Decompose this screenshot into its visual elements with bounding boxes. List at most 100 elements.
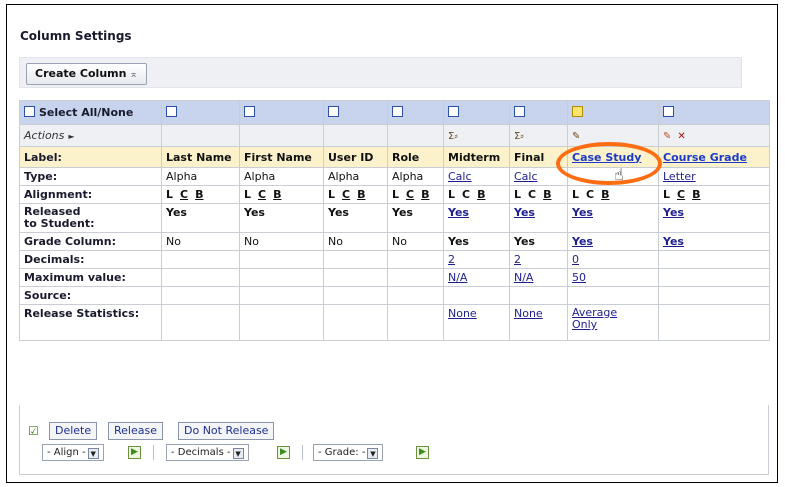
row-header-alignment: Alignment: [19, 185, 162, 204]
align-left[interactable]: L [663, 188, 670, 201]
released-link[interactable]: Yes [514, 206, 535, 219]
grade-link[interactable]: Yes [663, 235, 684, 248]
align-left[interactable]: L [244, 188, 251, 201]
align-right[interactable]: B [692, 188, 700, 201]
align-center[interactable]: C [342, 188, 350, 201]
column-checkbox-first-name[interactable] [244, 106, 255, 117]
label-case-study-link[interactable]: Case Study [572, 151, 641, 164]
row-header-source: Source: [19, 286, 162, 305]
delete-button[interactable]: Delete [49, 422, 98, 440]
decimals-link[interactable]: 2 [448, 253, 455, 266]
align-center[interactable]: C [462, 188, 470, 201]
divider [302, 445, 303, 460]
release-button[interactable]: Release [108, 422, 163, 440]
align-right[interactable]: B [601, 188, 609, 201]
align-center[interactable]: C [677, 188, 685, 201]
edit-icon[interactable]: ✎ [663, 131, 671, 142]
label-final: Final [509, 146, 568, 168]
max-value-link[interactable]: N/A [514, 271, 533, 284]
align-center[interactable]: C [258, 188, 266, 201]
column-checkbox-last-name[interactable] [166, 106, 177, 117]
alignment-options: LCB [443, 185, 510, 204]
align-center[interactable]: C [406, 188, 414, 201]
row-header-released: Released to Student: [19, 203, 162, 233]
select-row: Select All/None [19, 100, 770, 125]
stats-link[interactable]: None [448, 307, 477, 320]
divider [153, 445, 154, 460]
align-center[interactable]: C [586, 188, 594, 201]
column-checkbox-final[interactable] [514, 106, 525, 117]
select-all-label: Select All/None [39, 106, 134, 119]
align-right[interactable]: B [273, 188, 281, 201]
released-value: Yes [239, 203, 324, 233]
type-link[interactable]: Calc [448, 170, 472, 183]
alignment-options: LCB [509, 185, 568, 204]
source-row: Source: [19, 286, 770, 305]
align-left[interactable]: L [514, 188, 521, 201]
align-left[interactable]: L [328, 188, 335, 201]
type-value: Alpha [239, 167, 324, 186]
align-right[interactable]: B [543, 188, 551, 201]
max-value-link[interactable]: N/A [448, 271, 467, 284]
released-value: Yes [387, 203, 444, 233]
sigma-formula-icon[interactable]: Σ⸗ [448, 131, 458, 142]
edit-icon[interactable]: ✎ [572, 131, 580, 142]
align-left[interactable]: L [448, 188, 455, 201]
create-column-label: Create Column [35, 67, 127, 80]
row-header-decimals: Decimals: [19, 250, 162, 269]
page-title: Column Settings [20, 29, 132, 43]
caret-right-icon: ► [68, 132, 75, 141]
released-value: Yes [323, 203, 388, 233]
max-value-link[interactable]: 50 [572, 271, 586, 284]
column-checkbox-course-grade[interactable] [663, 106, 674, 117]
row-header-maximum-value: Maximum value: [19, 268, 162, 287]
decimals-select[interactable]: - Decimals - ▼ [166, 444, 249, 461]
decimals-link[interactable]: 0 [572, 253, 579, 266]
column-checkbox-role[interactable] [392, 106, 403, 117]
column-checkbox-case-study[interactable] [572, 106, 583, 117]
align-right[interactable]: B [195, 188, 203, 201]
stats-link-line2[interactable]: Only [572, 319, 654, 331]
align-left[interactable]: L [392, 188, 399, 201]
select-all-cell[interactable]: Select All/None [19, 100, 162, 125]
released-link[interactable]: Yes [663, 206, 684, 219]
decimals-link[interactable]: 2 [514, 253, 521, 266]
chevron-down-icon: ▼ [87, 448, 99, 459]
released-link[interactable]: Yes [572, 206, 593, 219]
type-value: Alpha [387, 167, 444, 186]
alignment-options: LCB [239, 185, 324, 204]
grade-value: Yes [443, 232, 510, 251]
released-link[interactable]: Yes [448, 206, 469, 219]
create-column-button[interactable]: Create Column ⌅ [26, 63, 147, 85]
delete-icon[interactable]: ✕ [677, 131, 685, 142]
column-checkbox-user-id[interactable] [328, 106, 339, 117]
grade-link[interactable]: Yes [572, 235, 593, 248]
alignment-options: LCB [567, 185, 659, 204]
released-value: Yes [161, 203, 240, 233]
apply-decimals-button[interactable]: ▶ [277, 446, 290, 459]
checkmark-icon: ☑ [28, 424, 39, 438]
select-all-checkbox[interactable] [24, 106, 35, 117]
apply-align-button[interactable]: ▶ [128, 446, 141, 459]
do-not-release-button[interactable]: Do Not Release [178, 422, 275, 440]
actions-menu[interactable]: Actions ► [19, 124, 162, 147]
type-link[interactable]: Calc [514, 170, 538, 183]
label-course-grade-link[interactable]: Course Grade [663, 151, 747, 164]
type-link[interactable]: Letter [663, 170, 696, 183]
stats-link[interactable]: None [514, 307, 543, 320]
align-select[interactable]: - Align - ▼ [42, 444, 104, 461]
row-header-release-statistics: Release Statistics: [19, 304, 162, 341]
grade-select[interactable]: - Grade: - ▼ [313, 444, 384, 461]
column-settings-table: Select All/None Actions ► Σ⸗ Σ⸗ ✎ ✎ ✕ Labe… [19, 100, 770, 341]
align-right[interactable]: B [477, 188, 485, 201]
apply-grade-button[interactable]: ▶ [416, 446, 429, 459]
align-left[interactable]: L [166, 188, 173, 201]
align-center[interactable]: C [180, 188, 188, 201]
sigma-formula-icon[interactable]: Σ⸗ [514, 131, 524, 142]
align-right[interactable]: B [421, 188, 429, 201]
column-checkbox-midterm[interactable] [448, 106, 459, 117]
align-left[interactable]: L [572, 188, 579, 201]
row-header-grade-column: Grade Column: [19, 232, 162, 251]
align-center[interactable]: C [528, 188, 536, 201]
align-right[interactable]: B [357, 188, 365, 201]
